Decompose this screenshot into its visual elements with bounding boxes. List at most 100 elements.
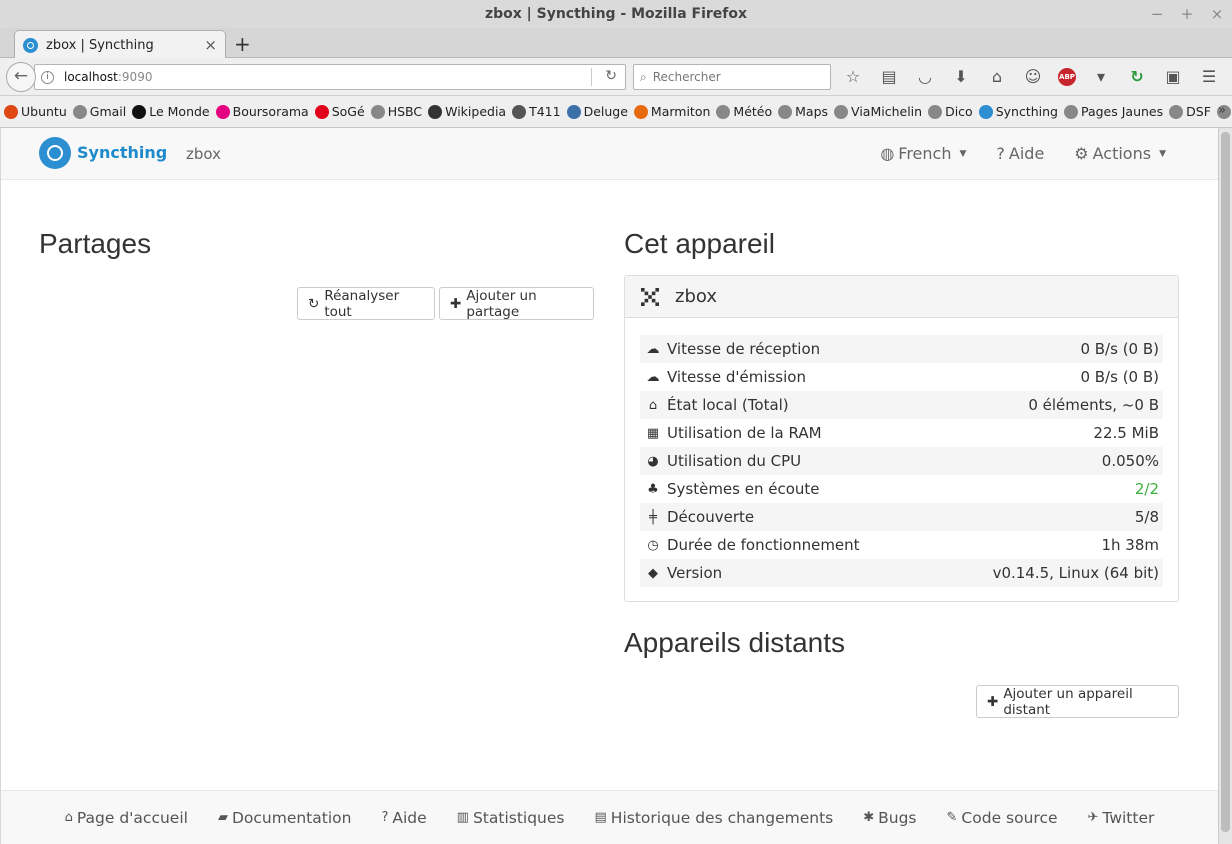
adblock-icon[interactable]: ABP xyxy=(1058,68,1076,86)
bookmark-favicon-icon xyxy=(512,104,527,119)
bookmark-item[interactable]: DSF xyxy=(1169,104,1211,119)
footer-link[interactable]: ✎ Code source xyxy=(947,809,1058,827)
add-remote-device-button[interactable]: ✚ Ajouter un appareil distant xyxy=(976,685,1179,718)
stat-row: ◕ Utilisation du CPU 0.050% xyxy=(640,447,1163,475)
stat-label: Découverte xyxy=(667,508,755,526)
language-label: French xyxy=(898,144,952,163)
bookmark-item[interactable]: Maps xyxy=(778,104,828,119)
this-device-stats: ☁ Vitesse de réception 0 B/s (0 B) ☁ Vitesse… xyxy=(640,335,1163,587)
footer-link[interactable]: ▤ Historique des changements xyxy=(595,809,834,827)
bookmark-item[interactable]: Deluge xyxy=(566,104,628,119)
sync-addon-icon[interactable]: ↻ xyxy=(1126,66,1148,88)
footer-link-label: Statistiques xyxy=(472,808,565,827)
search-input[interactable]: ⌕ Rechercher xyxy=(633,64,831,90)
bookmark-item[interactable]: Le Monde xyxy=(132,104,210,119)
plus-icon: ✚ xyxy=(987,693,999,710)
home-icon: ⌂ xyxy=(648,397,658,413)
language-dropdown[interactable]: ◍ French ▼ xyxy=(880,144,966,163)
footer-link[interactable]: ✈ Twitter xyxy=(1088,809,1155,827)
bookmark-item[interactable]: Dico xyxy=(928,104,973,119)
bookmark-label: Marmiton xyxy=(650,104,711,119)
bookmark-item[interactable]: Marmiton xyxy=(633,104,711,119)
tab-close-icon[interactable]: × xyxy=(204,36,217,54)
bookmark-item[interactable]: ViaMichelin xyxy=(834,104,922,119)
bookmark-star-icon[interactable]: ☆ xyxy=(842,66,864,88)
cloud-download-icon: ☁ xyxy=(646,341,660,357)
chat-icon[interactable]: ☺ xyxy=(1022,66,1044,88)
stat-label: Vitesse de réception xyxy=(667,340,821,358)
footer-link-label: Twitter xyxy=(1102,808,1155,827)
footer-link[interactable]: ▥ Statistiques xyxy=(457,809,565,827)
bookmark-favicon-icon xyxy=(928,104,943,119)
footer-link[interactable]: ? Aide xyxy=(381,809,426,827)
bookmark-item[interactable]: Pages Jaunes xyxy=(1063,104,1163,119)
syncthing-logo-icon[interactable] xyxy=(39,137,71,169)
bookmark-item[interactable]: SoGé xyxy=(314,104,365,119)
help-link[interactable]: ? Aide xyxy=(996,144,1044,163)
maximize-button[interactable]: + xyxy=(1180,5,1194,23)
stat-row: ╪ Découverte 5/8 xyxy=(640,503,1163,531)
reading-list-icon[interactable]: ▤ xyxy=(878,66,900,88)
reload-icon[interactable]: ↻ xyxy=(605,68,617,84)
minimize-button[interactable]: − xyxy=(1150,5,1164,23)
back-button[interactable]: ← xyxy=(6,62,36,92)
bookmark-label: ViaMichelin xyxy=(851,104,923,119)
bookmark-item[interactable]: Wikipedia xyxy=(428,104,506,119)
stat-value[interactable]: 2/2 xyxy=(1135,480,1159,498)
bookmark-item[interactable]: Météo xyxy=(716,104,772,119)
bookmark-item[interactable]: Gmail xyxy=(72,104,127,119)
download-icon[interactable]: ⬇ xyxy=(950,66,972,88)
bookmark-item[interactable]: Boursorama xyxy=(215,104,309,119)
bookmark-favicon-icon xyxy=(633,104,648,119)
wrench-icon: ✎ xyxy=(946,810,958,825)
footer: ⌂ Page d'accueil ▰ Documentation ? Aide ▥ Stati… xyxy=(1,790,1218,844)
home-toolbar-icon[interactable]: ⌂ xyxy=(986,66,1008,88)
caret-down-icon: ▼ xyxy=(1159,148,1166,159)
bookmark-label: Deluge xyxy=(583,104,628,119)
this-device-name: zbox xyxy=(675,286,717,307)
this-device-heading: Cet appareil xyxy=(624,228,775,259)
bookmark-item[interactable]: Ubuntu xyxy=(4,104,67,119)
hamburger-menu-icon[interactable]: ☰ xyxy=(1198,66,1220,88)
syncthing-favicon-icon xyxy=(23,37,38,53)
bookmark-favicon-icon xyxy=(716,104,731,119)
pocket-icon[interactable]: ◡ xyxy=(914,66,936,88)
tag-icon: ◆ xyxy=(648,565,658,581)
this-device-panel: zbox ☁ Vitesse de réception 0 B/s (0 B) ☁ Vi… xyxy=(624,275,1179,602)
bookmark-label: T411 xyxy=(529,104,561,119)
scrollbar-thumb[interactable] xyxy=(1221,132,1230,832)
stat-label: Utilisation du CPU xyxy=(667,452,802,470)
bookmark-favicon-icon xyxy=(834,104,849,119)
bookmark-label: DSF xyxy=(1186,104,1211,119)
bookmark-item[interactable]: HSBC xyxy=(370,104,422,119)
bookmark-favicon-icon xyxy=(1169,104,1184,119)
rescan-all-button[interactable]: ↻ Réanalyser tout xyxy=(297,287,435,320)
footer-link[interactable]: ▰ Documentation xyxy=(218,809,352,827)
footer-link[interactable]: ⌂ Page d'accueil xyxy=(65,809,188,827)
stat-value: 1h 38m xyxy=(1101,536,1159,554)
actions-dropdown[interactable]: ⚙ Actions ▼ xyxy=(1074,144,1166,163)
url-bar[interactable]: i localhost:9090 ↻ xyxy=(34,64,626,90)
this-device-panel-header[interactable]: zbox xyxy=(625,276,1178,318)
screenshot-addon-icon[interactable]: ▣ xyxy=(1162,66,1184,88)
footer-link[interactable]: ✱ Bugs xyxy=(863,809,916,827)
adblock-menu-icon[interactable]: ▾ xyxy=(1090,66,1112,88)
footer-link-label: Historique des changements xyxy=(610,808,834,827)
bookmark-label: Gmail xyxy=(89,104,127,119)
file-icon: ▤ xyxy=(594,810,607,825)
tab-bar: zbox | Syncthing × + xyxy=(0,28,1232,59)
new-tab-button[interactable]: + xyxy=(234,32,251,56)
brand-name[interactable]: Syncthing xyxy=(77,143,167,162)
close-window-button[interactable]: × xyxy=(1210,5,1224,23)
bookmark-favicon-icon xyxy=(4,104,18,119)
bookmark-item[interactable]: T411 xyxy=(512,104,561,119)
bookmarks-overflow-icon[interactable]: » xyxy=(1218,103,1226,118)
page-scrollbar[interactable] xyxy=(1218,128,1232,844)
bookmark-label: Boursorama xyxy=(232,104,309,119)
site-info-icon[interactable]: i xyxy=(41,70,54,84)
bookmark-item[interactable]: Syncthing xyxy=(978,104,1058,119)
device-identicon-icon xyxy=(641,287,659,306)
tab-syncthing[interactable]: zbox | Syncthing × xyxy=(14,30,226,59)
add-folder-button[interactable]: ✚ Ajouter un partage xyxy=(439,287,594,320)
bookmark-favicon-icon xyxy=(72,104,87,119)
